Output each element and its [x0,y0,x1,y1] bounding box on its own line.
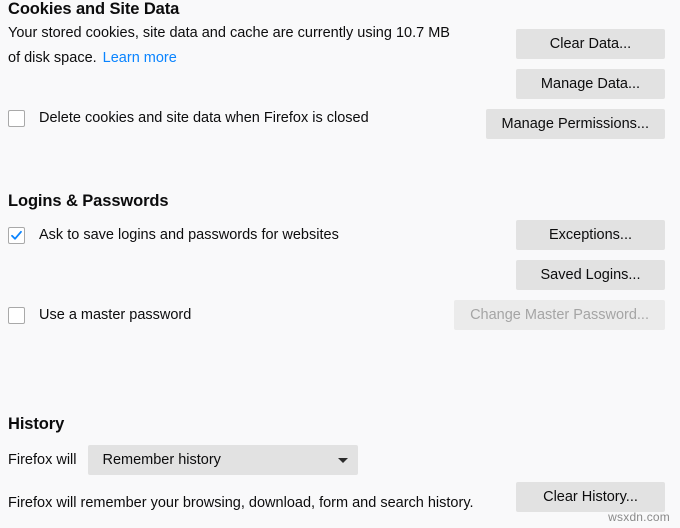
cookies-section-title: Cookies and Site Data [8,0,180,18]
clear-history-button[interactable]: Clear History... [516,482,665,512]
watermark: wsxdn.com [608,510,670,524]
chevron-down-icon [338,457,349,463]
cookies-storage-description: Your stored cookies, site data and cache… [0,21,450,71]
change-master-password-button: Change Master Password... [454,300,665,330]
ask-to-save-logins-row[interactable]: Ask to save logins and passwords for web… [0,227,339,244]
history-mode-dropdown[interactable]: Remember history [88,445,359,475]
exceptions-button[interactable]: Exceptions... [516,220,665,250]
cookies-storage-line2: of disk space. [8,50,97,66]
delete-cookies-on-close-row[interactable]: Delete cookies and site data when Firefo… [0,110,369,127]
privacy-preferences-panel: Cookies and Site Data Your stored cookie… [0,0,680,528]
history-mode-row: Firefox will Remember history [0,445,359,475]
use-master-password-row[interactable]: Use a master password [0,307,191,324]
learn-more-link[interactable]: Learn more [103,50,177,66]
delete-cookies-on-close-label: Delete cookies and site data when Firefo… [39,110,369,126]
history-mode-prelabel: Firefox will [8,452,77,468]
history-description-note: Firefox will remember your browsing, dow… [8,495,474,511]
cookies-storage-line1: Your stored cookies, site data and cache… [8,25,450,41]
logins-section-title: Logins & Passwords [8,192,169,210]
history-section-title: History [8,415,65,433]
saved-logins-button[interactable]: Saved Logins... [516,260,665,290]
use-master-password-label: Use a master password [39,307,192,323]
delete-cookies-on-close-checkbox[interactable] [8,110,25,127]
checkmark-icon [11,230,22,240]
use-master-password-checkbox[interactable] [8,307,25,324]
ask-to-save-logins-label: Ask to save logins and passwords for web… [39,227,339,243]
ask-to-save-logins-checkbox[interactable] [8,227,25,244]
history-mode-selected-value: Remember history [102,452,221,468]
manage-data-button[interactable]: Manage Data... [516,69,665,99]
clear-data-button[interactable]: Clear Data... [516,29,665,59]
manage-permissions-button[interactable]: Manage Permissions... [485,109,665,139]
